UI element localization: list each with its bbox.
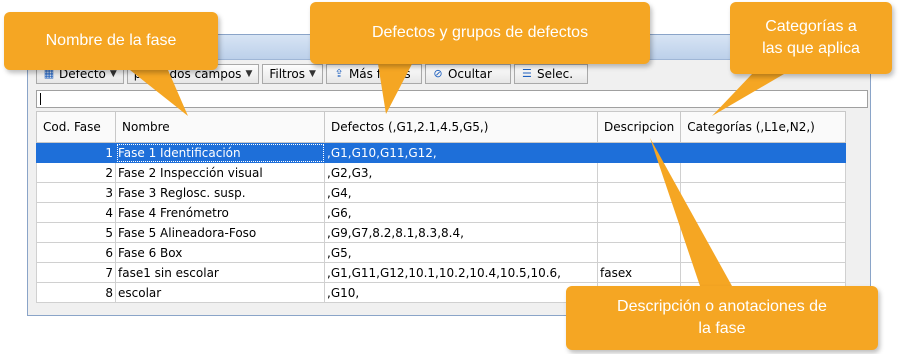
cell-defectos[interactable]: ,G5, xyxy=(324,242,598,263)
cell-nombre[interactable]: Fase 6 Box xyxy=(115,242,325,263)
cell-nombre[interactable]: fase1 sin escolar xyxy=(115,262,325,283)
cell-categorias[interactable] xyxy=(680,202,846,223)
callout-descripcion: Descripción o anotaciones de la fase xyxy=(566,286,878,350)
cell-defectos[interactable]: ,G10, xyxy=(324,282,598,303)
cell-cod[interactable]: 1 xyxy=(36,142,116,163)
table-row[interactable]: 2 Fase 2 Inspección visual ,G2,G3, xyxy=(36,162,846,183)
cell-descripcion[interactable] xyxy=(596,142,682,163)
hide-icon: ⊘ xyxy=(433,67,443,80)
cell-categorias[interactable] xyxy=(680,182,846,203)
table-row[interactable]: 6 Fase 6 Box ,G5, xyxy=(36,242,846,263)
table-row[interactable]: 7 fase1 sin escolar ,G1,G11,G12,10.1,10.… xyxy=(36,262,846,283)
cell-defectos[interactable]: ,G1,G10,G11,G12, xyxy=(324,142,598,163)
cell-descripcion[interactable] xyxy=(596,242,682,263)
callout-descripcion-text-2: la fase xyxy=(698,320,746,337)
cell-nombre[interactable]: Fase 2 Inspección visual xyxy=(115,162,325,183)
filter-add-icon: ⇪ xyxy=(334,67,344,80)
cell-categorias[interactable] xyxy=(680,222,846,243)
mas-filtros-button[interactable]: ⇪ Más filtros xyxy=(325,64,422,84)
column-header-cod[interactable]: Cod. Fase xyxy=(36,111,116,143)
cell-defectos[interactable]: ,G1,G11,G12,10.1,10.2,10.4,10.5,10.6, xyxy=(324,262,598,283)
table-header-row: Cod. Fase Nombre Defectos (,G1,2.1,4.5,G… xyxy=(36,111,846,143)
cell-descripcion[interactable] xyxy=(596,202,682,223)
cell-cod[interactable]: 4 xyxy=(36,202,116,223)
chevron-down-icon: ▼ xyxy=(245,69,253,79)
cell-descripcion[interactable] xyxy=(596,162,682,183)
phases-table: Cod. Fase Nombre Defectos (,G1,2.1,4.5,G… xyxy=(36,111,846,303)
cell-cod[interactable]: 6 xyxy=(36,242,116,263)
column-header-categorias[interactable]: Categorías (,L1e,N2,) xyxy=(680,111,846,143)
cell-categorias[interactable] xyxy=(680,262,846,283)
cell-defectos[interactable]: ,G6, xyxy=(324,202,598,223)
cell-nombre[interactable]: Fase 5 Alineadora-Foso xyxy=(115,222,325,243)
cell-cod[interactable]: 2 xyxy=(36,162,116,183)
chevron-down-icon: ▼ xyxy=(309,69,316,79)
column-header-descripcion[interactable]: Descripcion xyxy=(596,111,682,143)
cell-defectos[interactable]: ,G4, xyxy=(324,182,598,203)
table-row[interactable]: 4 Fase 4 Frenómetro ,G6, xyxy=(36,202,846,223)
callout-categorias: Categorías a las que aplica xyxy=(730,2,892,74)
cell-defectos[interactable]: ,G2,G3, xyxy=(324,162,598,183)
chevron-down-icon: ▼ xyxy=(109,69,117,79)
table-row[interactable]: 1 Fase 1 Identificación ,G1,G10,G11,G12, xyxy=(36,142,846,163)
cell-descripcion[interactable] xyxy=(596,182,682,203)
cell-nombre[interactable]: Fase 4 Frenómetro xyxy=(115,202,325,223)
cell-categorias[interactable] xyxy=(680,242,846,263)
cell-descripcion[interactable] xyxy=(596,222,682,243)
cell-cod[interactable]: 7 xyxy=(36,262,116,283)
selec-label: Selec. xyxy=(536,67,574,81)
column-header-nombre[interactable]: Nombre xyxy=(115,111,325,143)
callout-nombre-text: Nombre de la fase xyxy=(45,32,177,49)
ocultar-label: Ocultar xyxy=(447,67,492,81)
select-icon: ☰ xyxy=(522,67,532,80)
table-row[interactable]: 3 Fase 3 Reglosc. susp. ,G4, xyxy=(36,182,846,203)
cell-nombre[interactable]: escolar xyxy=(115,282,325,303)
cell-cod[interactable]: 8 xyxy=(36,282,116,303)
app-window: ▦ Defecto ▼ por todos campos ▼ Filtros ▼… xyxy=(27,34,871,316)
mas-filtros-label: Más filtros xyxy=(348,67,411,81)
column-header-defectos[interactable]: Defectos (,G1,2.1,4.5,G5,) xyxy=(324,111,598,143)
selec-button[interactable]: ☰ Selec. xyxy=(513,64,588,84)
cell-categorias[interactable] xyxy=(680,162,846,183)
callout-categorias-text-1: Categorías a xyxy=(765,18,857,35)
cell-nombre[interactable]: Fase 1 Identificación xyxy=(115,142,325,163)
search-input[interactable] xyxy=(36,90,868,108)
cell-nombre[interactable]: Fase 3 Reglosc. susp. xyxy=(115,182,325,203)
cell-cod[interactable]: 3 xyxy=(36,182,116,203)
cell-cod[interactable]: 5 xyxy=(36,222,116,243)
cell-categorias[interactable] xyxy=(680,142,846,163)
callout-nombre: Nombre de la fase xyxy=(4,12,218,70)
table-row[interactable]: 5 Fase 5 Alineadora-Foso ,G9,G7,8.2,8.1,… xyxy=(36,222,846,243)
callout-categorias-text-2: las que aplica xyxy=(762,40,860,57)
callout-defectos-text: Defectos y grupos de defectos xyxy=(371,24,589,41)
callout-defectos: Defectos y grupos de defectos xyxy=(310,2,650,64)
cell-defectos[interactable]: ,G9,G7,8.2,8.1,8.3,8.4, xyxy=(324,222,598,243)
callout-descripcion-text-1: Descripción o anotaciones de xyxy=(617,298,827,315)
filtros-dropdown[interactable]: Filtros ▼ xyxy=(262,64,323,84)
text-caret xyxy=(40,93,41,105)
cell-descripcion[interactable]: fasex xyxy=(596,262,682,283)
filtros-label: Filtros xyxy=(269,67,306,81)
ocultar-button[interactable]: ⊘ Ocultar xyxy=(424,64,511,84)
